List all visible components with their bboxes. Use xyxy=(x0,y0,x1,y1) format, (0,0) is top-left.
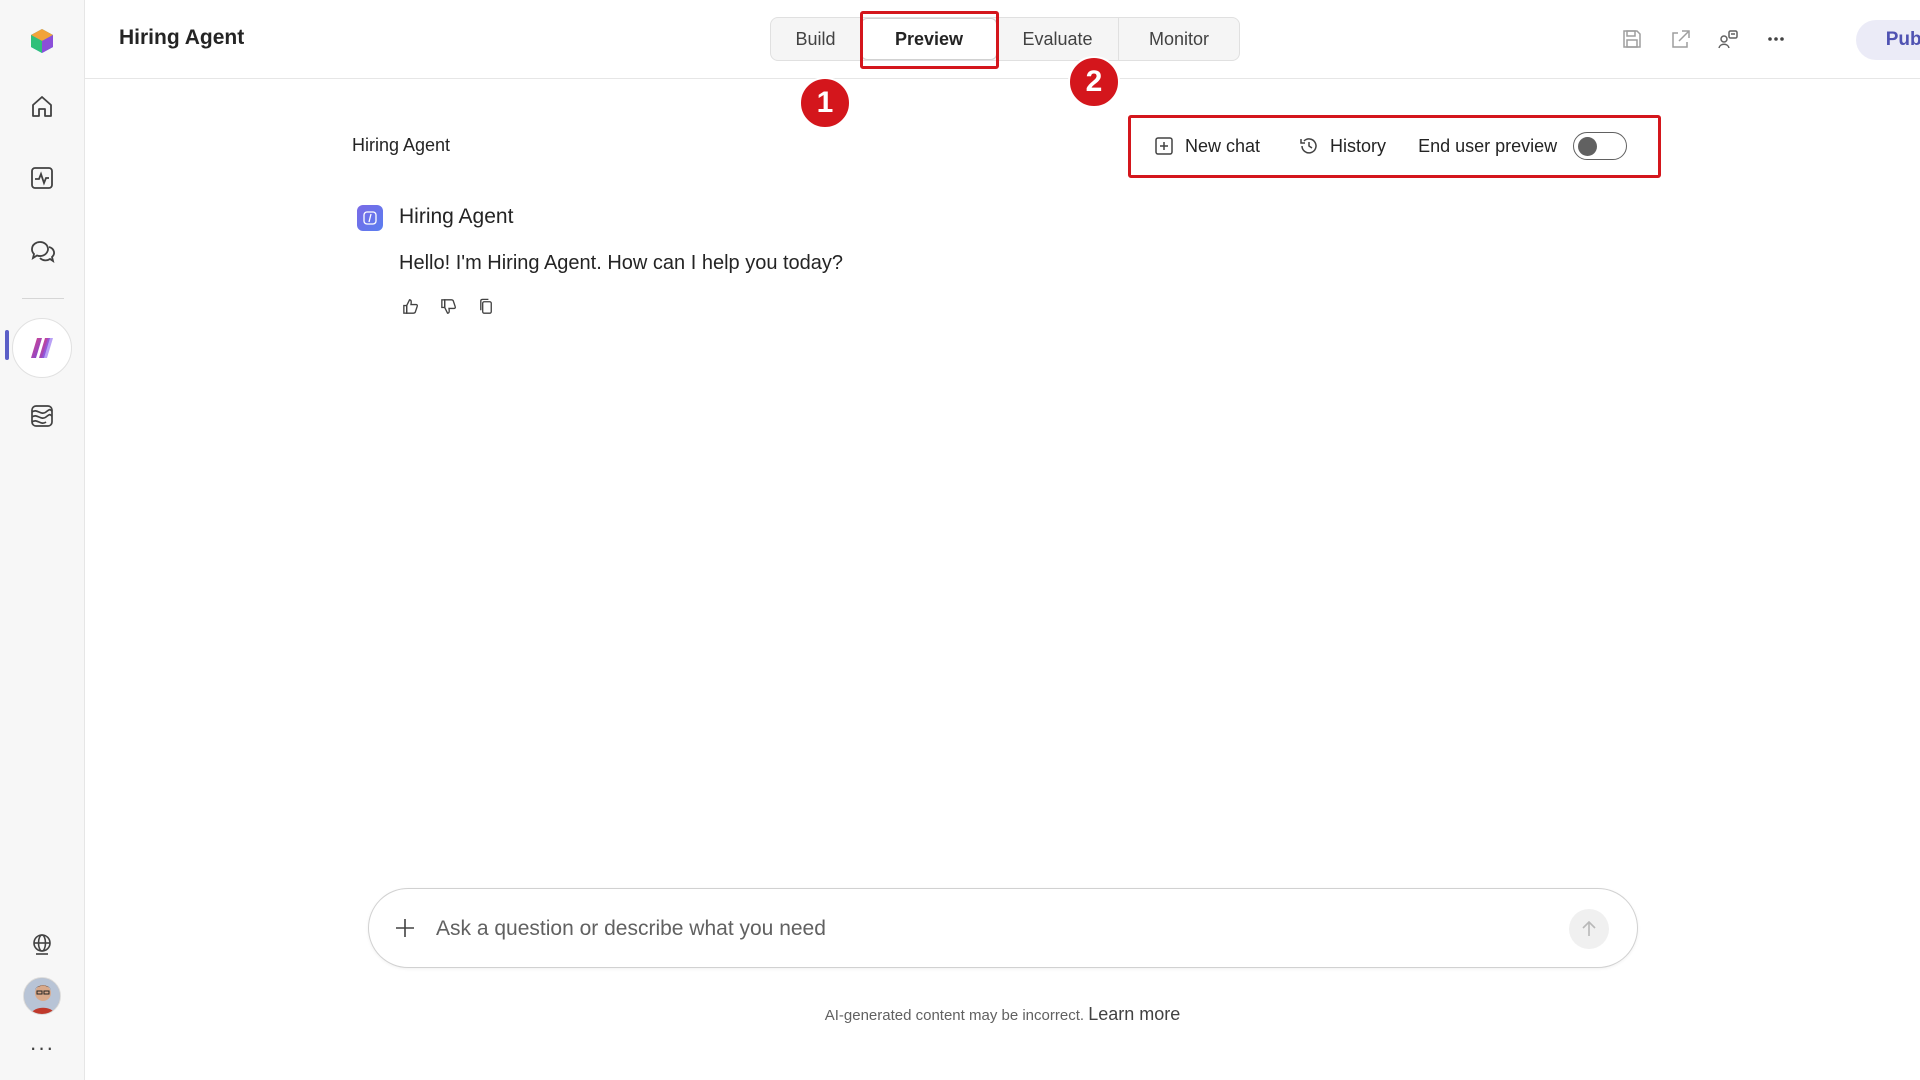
app-logo-icon[interactable] xyxy=(20,19,64,63)
tab-build[interactable]: Build xyxy=(771,18,861,60)
mode-tabs: Build Preview Evaluate Monitor xyxy=(770,17,1240,61)
send-arrow-icon xyxy=(1582,920,1596,936)
rail-divider xyxy=(22,298,64,299)
connect-icon[interactable] xyxy=(1714,22,1742,56)
copilot-icon[interactable] xyxy=(12,318,72,378)
tab-evaluate[interactable]: Evaluate xyxy=(997,18,1119,60)
chat-input[interactable] xyxy=(436,911,1536,947)
thumbs-up-icon[interactable] xyxy=(400,296,420,316)
callout-badge-2: 2 xyxy=(1068,56,1120,108)
thumbs-down-icon[interactable] xyxy=(438,296,458,316)
new-chat-label: New chat xyxy=(1185,135,1261,156)
analytics-icon[interactable] xyxy=(20,156,64,200)
copy-icon[interactable] xyxy=(476,296,496,316)
app-root: ··· Hiring Agent Build Preview Evaluate … xyxy=(0,0,1920,1080)
message-sender: Hiring Agent xyxy=(399,205,514,228)
share-icon[interactable] xyxy=(1666,22,1694,56)
message-actions xyxy=(400,296,496,316)
active-indicator xyxy=(5,330,9,360)
learn-more-link[interactable]: Learn more xyxy=(1088,1004,1180,1024)
new-chat-icon xyxy=(1155,137,1173,155)
globe-icon[interactable] xyxy=(20,923,64,967)
save-icon[interactable] xyxy=(1618,22,1646,56)
disclaimer-text: AI-generated content may be incorrect. xyxy=(824,1007,1085,1024)
callout-badge-1: 1 xyxy=(799,77,851,129)
models-icon[interactable] xyxy=(20,394,64,438)
top-bar: Hiring Agent Build Preview Evaluate Moni… xyxy=(85,0,1920,79)
message-text: Hello! I'm Hiring Agent. How can I help … xyxy=(399,252,844,274)
home-icon[interactable] xyxy=(20,85,64,129)
publish-button[interactable]: Publish xyxy=(1856,20,1920,60)
chat-title: Hiring Agent xyxy=(352,135,451,155)
end-user-preview-toggle[interactable] xyxy=(1573,132,1628,160)
tab-monitor[interactable]: Monitor xyxy=(1119,18,1239,60)
chat-icon[interactable] xyxy=(20,229,64,273)
add-attachment-icon[interactable] xyxy=(391,914,419,942)
agent-avatar-icon xyxy=(357,205,383,231)
left-rail: ··· xyxy=(0,0,85,1080)
more-icon[interactable] xyxy=(1762,22,1790,56)
page-title: Hiring Agent xyxy=(119,26,245,49)
toggle-knob xyxy=(1578,136,1598,156)
end-user-preview-label: End user preview xyxy=(1418,135,1558,156)
chat-actions: New chat History End user preview xyxy=(1153,121,1628,171)
history-button[interactable]: History xyxy=(1298,135,1386,157)
rail-more-icon[interactable]: ··· xyxy=(22,1035,62,1060)
history-icon xyxy=(1300,138,1317,154)
callout-box-preview xyxy=(860,11,999,69)
chat-composer xyxy=(368,888,1638,968)
history-label: History xyxy=(1330,135,1387,156)
new-chat-button[interactable]: New chat xyxy=(1153,135,1260,157)
toolbar-icons xyxy=(1618,22,1790,56)
disclaimer: AI-generated content may be incorrect. L… xyxy=(0,1004,1920,1025)
send-button[interactable] xyxy=(1569,909,1609,949)
